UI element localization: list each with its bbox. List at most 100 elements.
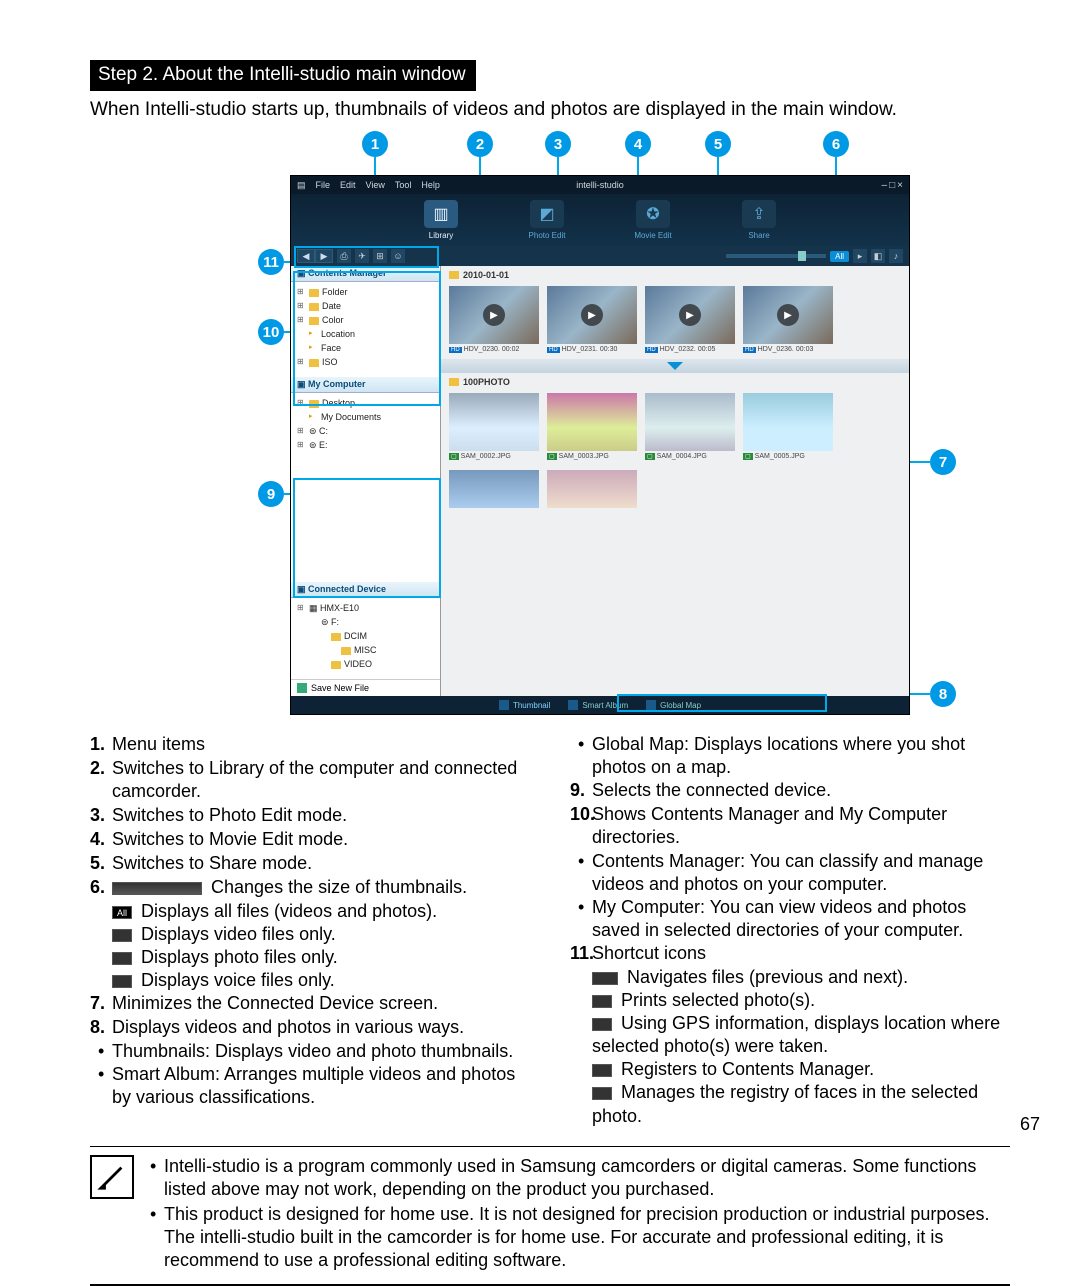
legend-item: 6. Changes the size of thumbnails.: [90, 876, 530, 899]
video-thumbnails: ▶HDHDV_0230. 00:02 ▶HDHDV_0231. 00:30 ▶H…: [441, 284, 909, 359]
photo-thumb[interactable]: ▢SAM_0005.JPG: [743, 393, 833, 460]
left-panel: ▣ Contents Manager Folder Date Color Loc…: [291, 266, 441, 696]
note-icon: [90, 1155, 134, 1199]
note-box: Intelli-studio is a program commonly use…: [90, 1146, 1010, 1286]
filter-all[interactable]: All: [830, 251, 849, 262]
menu-view[interactable]: View: [366, 180, 385, 190]
tab-thumbnail[interactable]: Thumbnail: [499, 700, 550, 710]
nav-prev[interactable]: ◀: [297, 249, 315, 263]
menu-edit[interactable]: Edit: [340, 180, 356, 190]
window-close[interactable]: ×: [897, 180, 903, 191]
legend-item: 5.Switches to Share mode.: [90, 852, 530, 875]
menu-file[interactable]: File: [316, 180, 331, 190]
mode-share[interactable]: ⇪Share: [729, 200, 789, 246]
play-icon: ▶: [777, 304, 799, 326]
legend: 1.Menu items2.Switches to Library of the…: [90, 733, 1010, 1128]
legend-sub: Displays voice files only.: [90, 969, 530, 992]
legend-item: 1.Menu items: [90, 733, 530, 756]
callout-2: 2: [467, 131, 493, 157]
menubar: ▤ File Edit View Tool Help intelli-studi…: [291, 176, 909, 194]
legend-item: 11.Shortcut icons: [570, 942, 1010, 965]
legend-inline-icon: [112, 952, 132, 965]
photo-thumb[interactable]: [547, 470, 637, 508]
callout-6: 6: [823, 131, 849, 157]
menu-tool[interactable]: Tool: [395, 180, 412, 190]
photo-thumb[interactable]: ▢SAM_0003.JPG: [547, 393, 637, 460]
legend-left-column: 1.Menu items2.Switches to Library of the…: [90, 733, 530, 1128]
print-icon[interactable]: ⎙: [337, 249, 351, 263]
app-window: ▤ File Edit View Tool Help intelli-studi…: [290, 175, 910, 715]
legend-inline-icon: [112, 975, 132, 988]
tab-smart-album[interactable]: Smart Album: [568, 700, 628, 710]
diagram-wrapper: 1 2 3 4 5 6 11 10 9 7 8 ▤ File Edit View…: [170, 131, 930, 715]
play-icon: ▶: [581, 304, 603, 326]
legend-inline-icon: [592, 1018, 612, 1031]
legend-sub: Manages the registry of faces in the sel…: [570, 1081, 1010, 1127]
tab-global-map[interactable]: Global Map: [646, 700, 701, 710]
contents-manager-header[interactable]: ▣ Contents Manager: [291, 266, 440, 282]
mode-movie-edit[interactable]: ✪Movie Edit: [623, 200, 683, 246]
menu-help[interactable]: Help: [421, 180, 440, 190]
legend-sub: Prints selected photo(s).: [570, 989, 1010, 1012]
video-thumb[interactable]: ▶HDHDV_0232. 00:05: [645, 286, 735, 353]
video-thumb[interactable]: ▶HDHDV_0230. 00:02: [449, 286, 539, 353]
save-new-file[interactable]: Save New File: [291, 679, 440, 696]
photo-thumbnails: ▢SAM_0002.JPG ▢SAM_0003.JPG ▢SAM_0004.JP…: [441, 391, 909, 466]
legend-sub: Smart Album: Arranges multiple videos an…: [90, 1063, 530, 1109]
play-icon: ▶: [483, 304, 505, 326]
face-icon[interactable]: ☺: [391, 249, 405, 263]
callout-3: 3: [545, 131, 571, 157]
callout-5: 5: [705, 131, 731, 157]
panel-splitter[interactable]: [441, 359, 909, 373]
photo-thumb[interactable]: [449, 470, 539, 508]
window-maximize[interactable]: □: [889, 180, 895, 191]
mode-bar: ▥Library ◩Photo Edit ✪Movie Edit ⇪Share: [291, 194, 909, 246]
splitter-handle-icon: [667, 362, 683, 370]
nav-next[interactable]: ▶: [315, 249, 333, 263]
note-item: This product is designed for home use. I…: [148, 1203, 1010, 1272]
folder-icon: [449, 271, 459, 279]
photo-thumb[interactable]: ▢SAM_0004.JPG: [645, 393, 735, 460]
date-header: 2010-01-01: [441, 266, 909, 284]
filter-video-icon[interactable]: ▸: [853, 249, 867, 263]
legend-item: 7.Minimizes the Connected Device screen.: [90, 992, 530, 1015]
legend-sub: All Displays all files (videos and photo…: [90, 900, 530, 923]
window-minimize[interactable]: –: [882, 180, 888, 191]
toolbar: ◀ ▶ ⎙ ✈ ⊞ ☺ All ▸ ◧ ♪: [291, 246, 909, 266]
legend-inline-icon: [592, 972, 618, 985]
legend-sub: My Computer: You can view videos and pho…: [570, 896, 1010, 942]
video-thumb[interactable]: ▶HDHDV_0236. 00:03: [743, 286, 833, 353]
play-icon: ▶: [679, 304, 701, 326]
legend-sub: Thumbnails: Displays video and photo thu…: [90, 1040, 530, 1063]
callout-4: 4: [625, 131, 651, 157]
legend-item: 8.Displays videos and photos in various …: [90, 1016, 530, 1039]
grid-icon: [499, 700, 509, 710]
my-computer-tree[interactable]: Desktop My Documents ⊜ C: ⊜ E:: [291, 393, 440, 460]
my-computer-header[interactable]: ▣ My Computer: [291, 377, 440, 393]
disk-icon: [297, 683, 307, 693]
video-thumb[interactable]: ▶HDHDV_0231. 00:30: [547, 286, 637, 353]
callout-1: 1: [362, 131, 388, 157]
legend-inline-icon: [592, 995, 612, 1008]
legend-item: 4.Switches to Movie Edit mode.: [90, 828, 530, 851]
nav-buttons[interactable]: ◀ ▶: [297, 249, 333, 263]
photo-thumb[interactable]: ▢SAM_0002.JPG: [449, 393, 539, 460]
legend-inline-icon: [112, 882, 202, 895]
mode-photo-edit[interactable]: ◩Photo Edit: [517, 200, 577, 246]
legend-sub: Displays video files only.: [90, 923, 530, 946]
connected-device-tree[interactable]: ▦ HMX-E10 ⊜ F: DCIM MISC VIDEO: [291, 598, 440, 679]
filter-photo-icon[interactable]: ◧: [871, 249, 885, 263]
connected-device-header[interactable]: ▣ Connected Device: [291, 582, 440, 598]
thumbnail-size-slider[interactable]: [726, 254, 826, 258]
register-icon[interactable]: ⊞: [373, 249, 387, 263]
legend-item: 9.Selects the connected device.: [570, 779, 1010, 802]
mode-library[interactable]: ▥Library: [411, 200, 471, 246]
legend-item: 3.Switches to Photo Edit mode.: [90, 804, 530, 827]
legend-inline-icon: [592, 1064, 612, 1077]
filter-voice-icon[interactable]: ♪: [889, 249, 903, 263]
contents-manager-tree[interactable]: Folder Date Color Location Face ISO: [291, 282, 440, 377]
step-heading: Step 2. About the Intelli-studio main wi…: [90, 60, 476, 91]
gps-icon[interactable]: ✈: [355, 249, 369, 263]
folder-icon: [449, 378, 459, 386]
menu-app-icon[interactable]: ▤: [297, 180, 306, 191]
